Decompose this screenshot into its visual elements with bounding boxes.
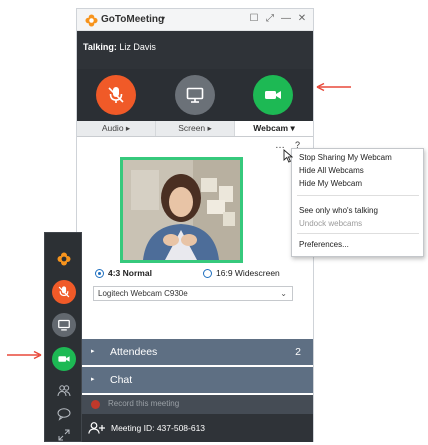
microphone-muted-icon xyxy=(108,87,124,103)
menu-item-see-talking[interactable]: See only who's talking xyxy=(299,206,378,215)
title-bar: GoToMeeting ▾ ☐ ⤢ — ✕ xyxy=(77,9,313,31)
menu-item-hide-mine[interactable]: Hide My Webcam xyxy=(299,179,362,188)
radio-16-9-label[interactable]: 16:9 Widescreen xyxy=(216,268,280,278)
chat-bubble-icon xyxy=(57,408,71,421)
menu-item-undock: Undock webcams xyxy=(299,219,363,228)
collapsed-control-dock xyxy=(44,232,82,442)
webcam-video-image xyxy=(123,160,240,260)
dock-attendees-button[interactable] xyxy=(52,379,76,403)
webcam-device-value: Logitech Webcam C930e xyxy=(98,289,188,298)
control-buttons xyxy=(77,69,313,121)
mouse-cursor-icon xyxy=(283,149,293,163)
menu-item-stop-sharing[interactable]: Stop Sharing My Webcam xyxy=(299,153,392,162)
dock-logo-button[interactable] xyxy=(52,247,76,271)
expand-arrow-icon: ▸ xyxy=(91,348,95,355)
menu-divider xyxy=(297,195,419,196)
webcam-device-select[interactable]: Logitech Webcam C930e ⌄ xyxy=(93,286,293,301)
menu-item-preferences[interactable]: Preferences... xyxy=(299,240,349,249)
stage: GoToMeeting ▾ ☐ ⤢ — ✕ Talking: Liz Davis xyxy=(0,0,428,445)
meeting-id-label: Meeting ID: 437-508-613 xyxy=(111,423,206,433)
radio-16-9[interactable] xyxy=(203,269,212,278)
dock-toggle-icon[interactable]: ☐ xyxy=(249,13,259,25)
video-camera-icon xyxy=(58,356,70,362)
webcam-options-menu: Stop Sharing My Webcam Hide All Webcams … xyxy=(291,148,424,257)
tab-audio[interactable]: Audio ▸ xyxy=(77,121,156,136)
dock-webcam-button[interactable] xyxy=(52,347,76,371)
menu-divider xyxy=(297,233,419,234)
gotomeeting-logo-icon xyxy=(57,252,71,266)
tab-screen[interactable]: Screen ▸ xyxy=(156,121,235,136)
expand-arrow-icon: ▸ xyxy=(91,376,95,383)
expand-arrows-icon xyxy=(58,429,70,441)
talking-label: Talking: xyxy=(83,42,117,52)
menu-item-hide-all[interactable]: Hide All Webcams xyxy=(299,166,364,175)
gotomeeting-logo-icon xyxy=(85,14,98,27)
chat-label: Chat xyxy=(110,374,133,386)
audio-button[interactable] xyxy=(96,75,136,115)
record-meeting-button[interactable]: Record this meeting xyxy=(77,395,313,414)
record-label: Record this meeting xyxy=(108,399,180,408)
attendees-icon xyxy=(57,385,71,397)
radio-4-3[interactable] xyxy=(95,269,104,278)
minimize-icon[interactable]: — xyxy=(281,13,291,25)
monitor-icon xyxy=(186,87,204,103)
window-controls: ☐ ⤢ — ✕ xyxy=(249,13,307,25)
red-arrow-annotation-icon xyxy=(316,82,351,92)
red-arrow-annotation-icon xyxy=(7,350,42,360)
talking-name: Liz Davis xyxy=(119,42,156,52)
meeting-id-bar[interactable]: Meeting ID: 437-508-613 xyxy=(77,414,313,442)
radio-4-3-label[interactable]: 4:3 Normal xyxy=(108,268,152,278)
title-menu-caret-icon[interactable]: ▾ xyxy=(161,14,165,23)
attendees-label: Attendees xyxy=(110,346,158,358)
aspect-ratio-options: 4:3 Normal 16:9 Widescreen xyxy=(95,268,305,282)
screen-share-button[interactable] xyxy=(175,75,215,115)
attendees-section[interactable]: ▸ Attendees 2 xyxy=(77,339,313,365)
webcam-button[interactable] xyxy=(253,75,293,115)
expand-icon[interactable]: ⤢ xyxy=(265,13,275,25)
record-icon xyxy=(91,400,100,409)
monitor-icon xyxy=(58,319,70,331)
dock-expand-button[interactable] xyxy=(52,423,76,445)
control-panel: GoToMeeting ▾ ☐ ⤢ — ✕ Talking: Liz Davis xyxy=(76,8,314,442)
talking-indicator: Talking: Liz Davis xyxy=(77,31,313,71)
dock-audio-button[interactable] xyxy=(52,280,76,304)
chevron-down-icon: ⌄ xyxy=(280,289,287,298)
webcam-preview xyxy=(120,157,243,263)
add-attendee-icon xyxy=(88,422,105,434)
video-camera-icon xyxy=(265,91,281,99)
tab-webcam[interactable]: Webcam ▾ xyxy=(235,121,313,136)
attendees-count: 2 xyxy=(295,346,301,358)
dock-screen-button[interactable] xyxy=(52,313,76,337)
control-tabs: Audio ▸ Screen ▸ Webcam ▾ xyxy=(77,121,313,137)
app-title[interactable]: GoToMeeting xyxy=(101,14,164,25)
close-icon[interactable]: ✕ xyxy=(297,13,307,25)
microphone-muted-icon xyxy=(58,286,70,298)
chat-section[interactable]: ▸ Chat xyxy=(77,367,313,393)
